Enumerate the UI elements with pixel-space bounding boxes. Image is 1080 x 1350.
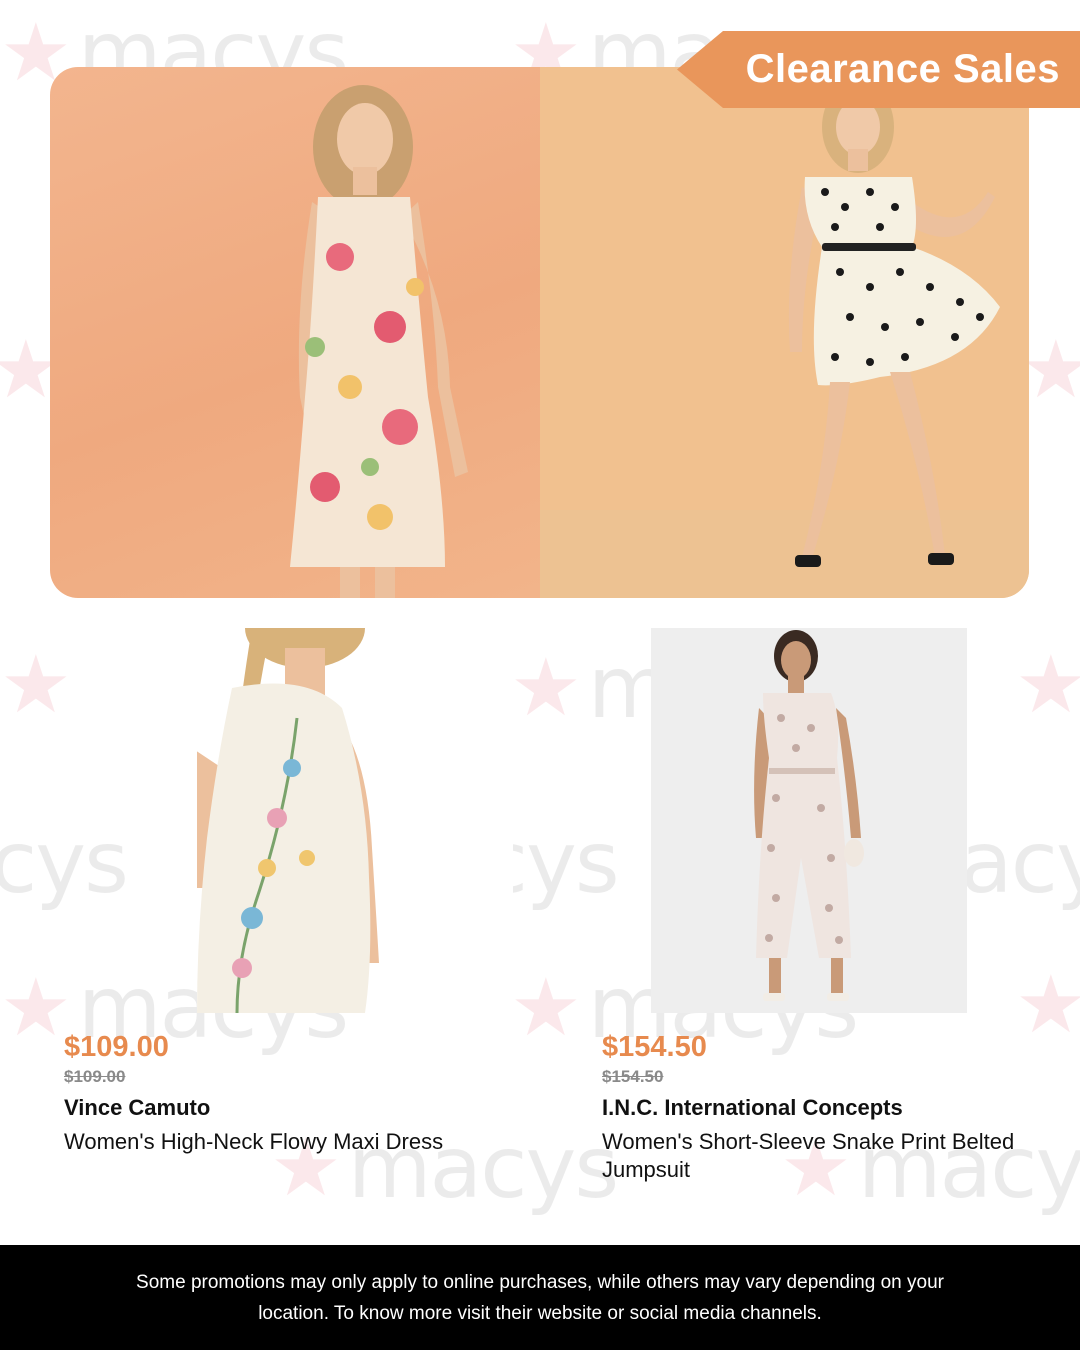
- product-brand[interactable]: Vince Camuto: [64, 1094, 504, 1122]
- product-name[interactable]: Women's Short-Sleeve Snake Print Belted …: [602, 1128, 1042, 1184]
- model-maxi-dress-illustration: [197, 628, 379, 1013]
- watermark-text: acys: [960, 813, 1080, 913]
- watermark: cys: [0, 813, 129, 913]
- watermark-text: cys: [0, 813, 129, 913]
- product-brand[interactable]: I.N.C. International Concepts: [602, 1094, 1042, 1122]
- watermark: ★: [0, 645, 72, 725]
- product-image-vince-camuto[interactable]: [197, 628, 513, 1013]
- macys-star-icon: ★: [1020, 323, 1080, 416]
- macys-star-icon: ★: [0, 638, 72, 731]
- model-floral-dress-illustration: [290, 85, 468, 598]
- original-price: $154.50: [602, 1067, 664, 1086]
- hero-photo-floral-dress: [50, 67, 540, 598]
- original-price: $109.00: [64, 1067, 126, 1086]
- sale-price: $154.50: [602, 1031, 707, 1063]
- model-snake-jumpsuit-illustration: [754, 630, 864, 1001]
- watermark: ★: [1020, 330, 1080, 410]
- macys-star-icon: ★: [0, 961, 72, 1054]
- product-card-info: $154.50 $154.50 I.N.C. International Con…: [602, 1030, 1042, 1184]
- clearance-sales-tag: Clearance Sales: [677, 31, 1080, 108]
- sale-price: $109.00: [64, 1031, 169, 1063]
- product-image-inc-jumpsuit[interactable]: [651, 628, 967, 1013]
- hero-photo-polka-dress: [540, 67, 1029, 598]
- watermark: ★: [1015, 645, 1080, 725]
- model-polka-dress-illustration: [788, 81, 1000, 567]
- macys-star-icon: ★: [510, 961, 582, 1054]
- macys-star-icon: ★: [510, 641, 582, 734]
- product-card-info: $109.00 $109.00 Vince Camuto Women's Hig…: [64, 1030, 504, 1156]
- disclaimer-text: Some promotions may only apply to online…: [136, 1271, 944, 1324]
- macys-star-icon: ★: [1015, 638, 1080, 731]
- watermark: acys: [960, 820, 1080, 906]
- hero-banner[interactable]: [50, 67, 1029, 598]
- product-name[interactable]: Women's High-Neck Flowy Maxi Dress: [64, 1128, 504, 1156]
- disclaimer-footer: Some promotions may only apply to online…: [0, 1245, 1080, 1350]
- clearance-sales-label: Clearance Sales: [745, 47, 1060, 91]
